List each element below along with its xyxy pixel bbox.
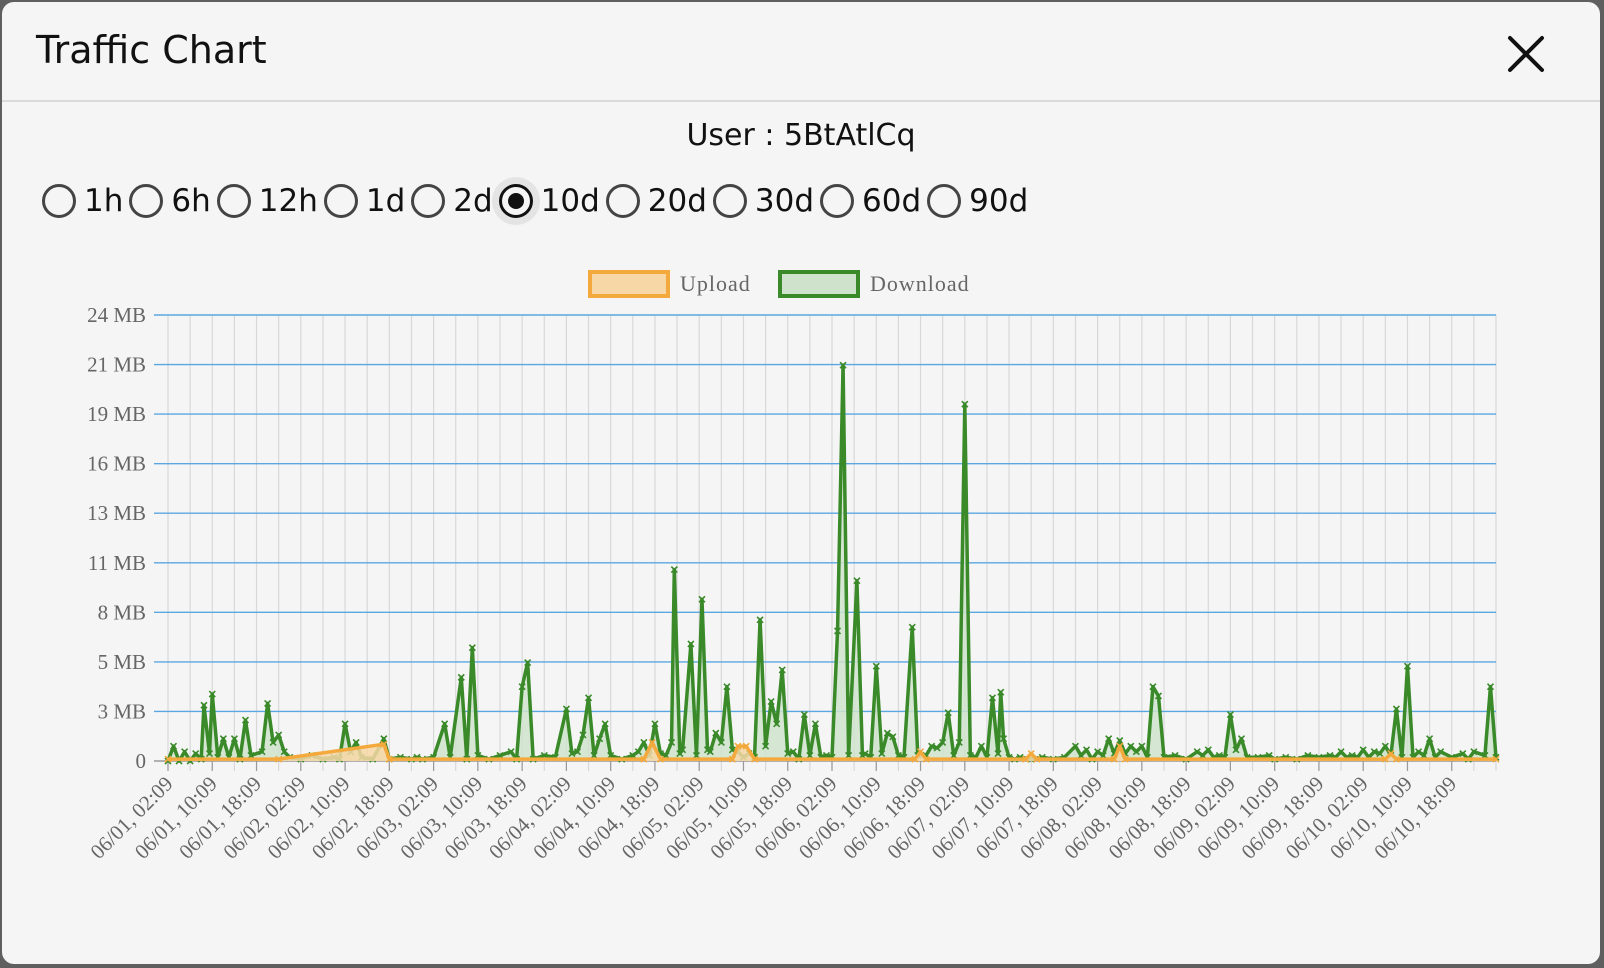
legend-label: Download xyxy=(870,271,970,296)
y-tick-label: 21 MB xyxy=(87,353,146,377)
range-label: 1d xyxy=(365,183,406,219)
range-option-60d[interactable]: 60d xyxy=(820,183,921,219)
range-label: 20d xyxy=(647,183,707,219)
user-label: User : 5BtAtlCq xyxy=(686,118,916,153)
time-range-selector: 1h 6h 12h 1d 2d 10d 20d 30d 60d 90d xyxy=(42,176,1034,226)
radio-button[interactable] xyxy=(42,184,76,218)
range-option-1h[interactable]: 1h xyxy=(42,183,123,219)
radio-button[interactable] xyxy=(820,184,855,218)
range-option-90d[interactable]: 90d xyxy=(927,183,1028,219)
range-option-6h[interactable]: 6h xyxy=(129,183,211,219)
range-option-12h[interactable]: 12h xyxy=(216,183,318,219)
range-label: 2d xyxy=(453,183,493,219)
y-tick-label: 24 MB xyxy=(87,303,146,327)
dialog-title: Traffic Chart xyxy=(36,28,267,72)
range-option-30d[interactable]: 30d xyxy=(712,183,815,219)
y-tick-label: 5 MB xyxy=(98,650,146,674)
range-option-20d[interactable]: 20d xyxy=(605,183,707,219)
y-tick-label: 13 MB xyxy=(87,501,146,525)
horizontal-grid: 0 3 MB 5 MB 8 MB 11 MB 13 MB 16 MB 19 MB 21 MB 24… xyxy=(87,303,1496,773)
range-option-2d[interactable]: 2d xyxy=(411,183,493,219)
traffic-chart: 0 3 MB 5 MB 8 MB 11 MB 13 MB 16 MB 19 MB 21 MB 24… xyxy=(85,270,1500,864)
legend-item-upload[interactable]: Upload xyxy=(588,270,751,298)
range-label: 90d xyxy=(969,183,1029,219)
radio-button[interactable] xyxy=(605,184,640,218)
close-icon xyxy=(1508,36,1544,72)
y-tick-label: 11 MB xyxy=(88,551,146,575)
radio-button[interactable] xyxy=(323,184,358,218)
range-label: 12h xyxy=(258,183,318,219)
traffic-chart-dialog: Traffic Chart User : 5BtAtlCq 1h 6h 12h 1d 2… xyxy=(2,2,1600,964)
radio-button[interactable] xyxy=(411,184,446,218)
range-label: 6h xyxy=(171,183,211,219)
legend-label: Upload xyxy=(680,271,751,296)
range-label: 60d xyxy=(862,183,922,219)
y-tick-label: 0 xyxy=(136,749,147,773)
legend-item-download[interactable]: Download xyxy=(778,270,970,298)
radio-button[interactable] xyxy=(498,184,533,218)
dialog-header: Traffic Chart xyxy=(2,2,1600,102)
radio-button[interactable] xyxy=(712,184,747,218)
radio-button[interactable] xyxy=(216,184,251,218)
y-tick-label: 19 MB xyxy=(87,402,146,426)
legend-swatch xyxy=(778,270,860,298)
y-tick-label: 8 MB xyxy=(98,600,146,624)
radio-button[interactable] xyxy=(129,184,164,218)
y-tick-label: 16 MB xyxy=(87,452,146,476)
radio-button[interactable] xyxy=(927,184,962,218)
x-axis-labels: 06/01, 02:0906/01, 10:0906/01, 18:0906/0… xyxy=(85,761,1461,864)
range-option-1d[interactable]: 1d xyxy=(323,183,406,219)
range-label: 10d xyxy=(540,183,600,219)
range-label: 30d xyxy=(754,183,815,219)
vertical-grid xyxy=(167,315,1497,771)
range-label: 1h xyxy=(84,183,124,219)
range-option-10d[interactable]: 10d xyxy=(498,183,600,219)
close-button[interactable] xyxy=(1504,32,1548,76)
legend-swatch xyxy=(588,270,670,298)
chart-legend: Upload Download xyxy=(588,270,970,298)
y-tick-label: 3 MB xyxy=(98,699,146,723)
